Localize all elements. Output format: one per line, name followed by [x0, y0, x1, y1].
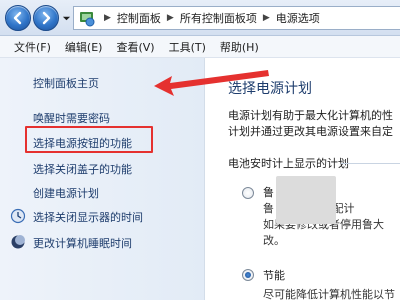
address-bar: ▶ 控制面板 ▶ 所有控制面板项 ▶ 电源选项 — [0, 0, 400, 36]
crumb-separator: ▶ — [262, 13, 270, 23]
sleep-moon-icon — [11, 235, 25, 249]
breadcrumb-control-panel[interactable]: 控制面板 — [117, 10, 161, 26]
menu-bar: 文件(F) 编辑(E) 查看(V) 工具(T) 帮助(H) — [0, 36, 400, 58]
plan-balanced-radio[interactable] — [242, 187, 254, 199]
history-dropdown[interactable] — [61, 13, 71, 23]
require-password-link[interactable]: 唤醒时需要密码 — [33, 110, 110, 126]
plan-description: 电源计划有助于最大化计算机的性 计划并通过更改其电源设置来自定 — [228, 108, 400, 140]
crumb-separator: ▶ — [104, 13, 111, 23]
back-button[interactable] — [5, 5, 31, 31]
plan-power-saver-desc: 尽可能降低计算机性能以节 — [263, 288, 395, 300]
battery-meter-label: 电池安时计上显示的计划 — [228, 157, 349, 170]
description-line: 电源计划有助于最大化计算机的性 — [228, 109, 393, 122]
crumb-separator: ▶ — [166, 13, 174, 23]
breadcrumb-all-items[interactable]: 所有控制面板项 — [180, 10, 257, 26]
forward-arrow-icon — [42, 11, 51, 25]
menu-view[interactable]: 查看(V) — [110, 39, 160, 55]
plan-desc-line: 改。 — [263, 234, 285, 247]
lid-close-link[interactable]: 选择关闭盖子的功能 — [33, 161, 132, 177]
control-panel-icon — [80, 12, 95, 27]
control-panel-home-link[interactable]: 控制面板主页 — [33, 75, 99, 91]
create-plan-link[interactable]: 创建电源计划 — [33, 185, 99, 201]
menu-tools[interactable]: 工具(T) — [163, 39, 212, 55]
display-off-link[interactable]: 选择关闭显示器的时间 — [33, 209, 143, 225]
chevron-down-icon — [62, 16, 70, 20]
power-plans-panel: 选择电源计划 电源计划有助于最大化计算机的性 计划并通过更改其电源设置来自定 电… — [206, 58, 400, 300]
breadcrumb-power-options[interactable]: 电源选项 — [276, 10, 320, 26]
display-clock-icon — [10, 208, 26, 224]
breadcrumb[interactable]: ▶ 控制面板 ▶ 所有控制面板项 ▶ 电源选项 — [73, 6, 400, 30]
redacted-area — [276, 176, 336, 224]
sleep-time-link[interactable]: 更改计算机睡眠时间 — [33, 235, 132, 251]
plan-power-saver-radio[interactable] — [242, 269, 254, 281]
menu-file[interactable]: 文件(F) — [8, 39, 57, 55]
menu-help[interactable]: 帮助(H) — [214, 39, 265, 55]
highlight-box — [25, 126, 153, 153]
section-divider — [341, 163, 400, 164]
plan-power-saver-name[interactable]: 节能 — [263, 267, 285, 283]
forward-button[interactable] — [33, 5, 59, 31]
menu-edit[interactable]: 编辑(E) — [59, 39, 109, 55]
back-arrow-icon — [13, 11, 22, 25]
description-line: 计划并通过更改其电源设置来自定 — [228, 125, 393, 138]
page-title: 选择电源计划 — [228, 81, 312, 97]
